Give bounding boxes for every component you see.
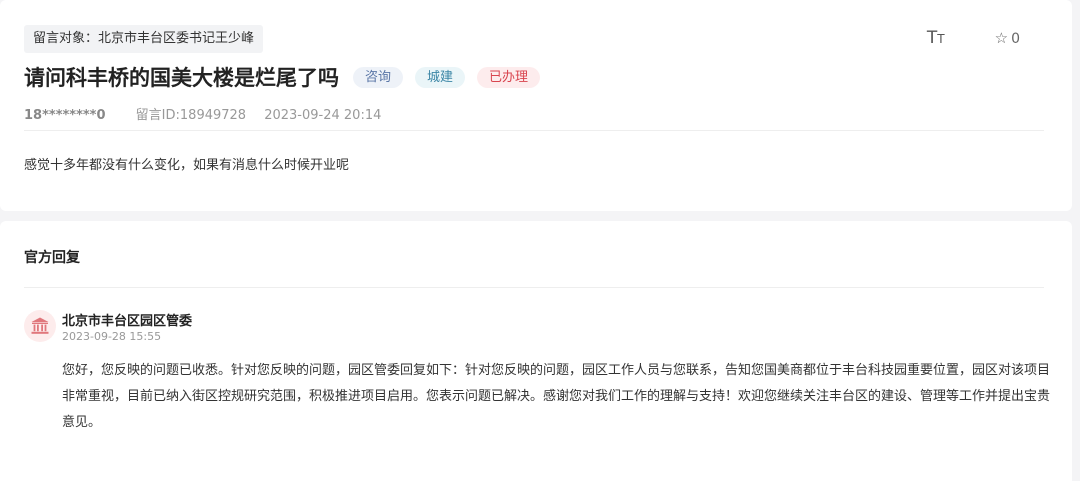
message-title: 请问科丰桥的国美大楼是烂尾了吗 [24,66,339,90]
reply-date: 2023-09-28 15:55 [62,330,162,343]
message-target: 留言对象：北京市丰台区委书记王少峰 [24,25,264,53]
reply-section-title: 官方回复 [24,250,80,266]
message-author: 18********0 [24,108,106,123]
message-id: 留言ID:18949728 [135,108,247,123]
message-meta: 18********0 留言ID:18949728 2023-09-24 20:… [24,104,381,123]
tag-consult: 咨询 [353,66,404,88]
divider [24,287,1044,288]
font-size-button[interactable]: TT [927,30,945,47]
title-row: 请问科丰桥的国美大楼是烂尾了吗 咨询 城建 已办理 [24,62,552,92]
message-datetime: 2023-09-24 20:14 [264,108,382,123]
font-size-icon-big: T [926,28,938,48]
reply-text: 您好，您反映的问题已收悉。针对您反映的问题，园区管委回复如下：针对您反映的问题，… [62,363,1051,430]
favorite-button[interactable]: ☆ 0 [995,31,1020,47]
message-content: 感觉十多年都没有什么变化，如果有消息什么时候开业呢 [24,158,350,173]
government-building-icon [24,310,56,342]
divider [24,130,1044,131]
star-outline-icon: ☆ [994,29,1009,47]
reply-card [0,221,1072,481]
tag-urban-construction: 城建 [415,66,466,88]
message-card: 留言对象：北京市丰台区委书记王少峰 TT ☆ 0 请问科丰桥的国美大楼是烂尾了吗… [0,0,1072,211]
tag-status-handled: 已办理 [477,66,541,88]
font-size-icon-small: T [937,32,945,46]
favorite-count: 0 [1011,30,1020,47]
reply-org-name: 北京市丰台区园区管委 [62,314,193,329]
toolbar: TT ☆ 0 [927,30,1020,47]
